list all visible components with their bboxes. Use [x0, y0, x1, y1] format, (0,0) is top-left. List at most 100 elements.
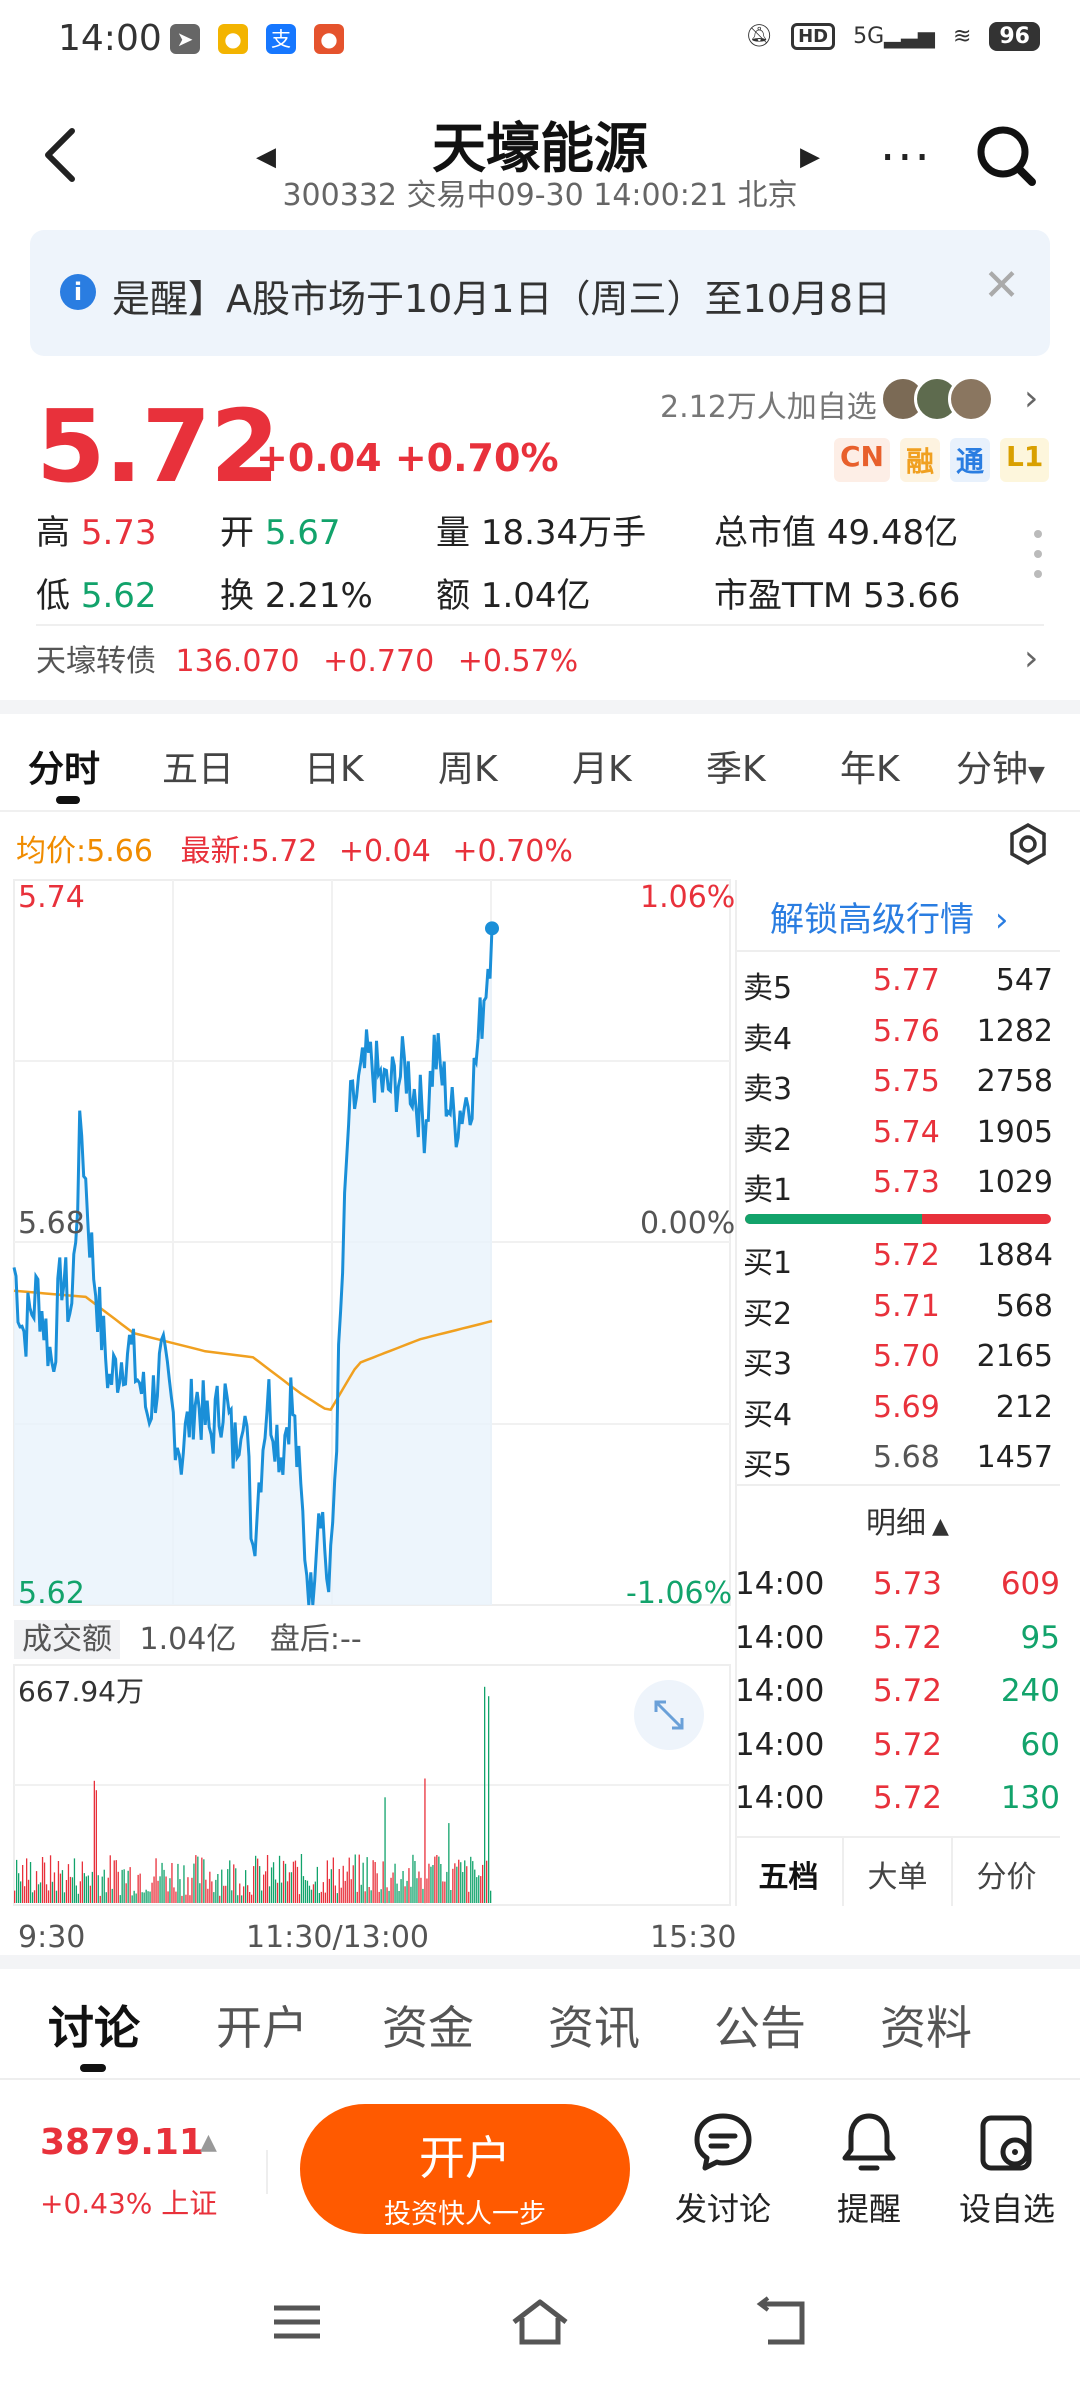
- menu-icon[interactable]: [270, 2300, 324, 2344]
- latest-change-pct: +0.70%: [452, 834, 573, 869]
- level-price: 5.74: [873, 1114, 940, 1150]
- notice-text: 是醒】A股市场于10月1日（周三）至10月8日: [112, 277, 892, 321]
- volume-bar: [169, 1878, 171, 1903]
- tick-row: 14:00 5.72 95: [735, 1612, 1060, 1664]
- bid-row[interactable]: 买2 5.71 568: [743, 1281, 1053, 1332]
- tag-margin[interactable]: 融: [899, 438, 940, 482]
- chevron-right-icon[interactable]: ›: [1024, 378, 1038, 419]
- notice-banner[interactable]: i 是醒】A股市场于10月1日（周三）至10月8日 ✕: [30, 230, 1050, 356]
- tab-weekly[interactable]: 周K: [438, 740, 498, 792]
- volume-summary-label[interactable]: 成交额: [14, 1620, 120, 1659]
- volume-bar: [450, 1890, 452, 1903]
- low-label: 低: [36, 576, 70, 616]
- volume-bar: [55, 1890, 58, 1903]
- index-change[interactable]: +0.43% 上证: [40, 2182, 217, 2222]
- tab-quarterly[interactable]: 季K: [706, 740, 766, 792]
- amount-label: 额: [436, 576, 470, 616]
- volume-bar: [243, 1886, 245, 1903]
- open-account-button[interactable]: 开户 投资快人一步: [300, 2104, 630, 2234]
- level-volume: 1905: [976, 1114, 1053, 1150]
- volume-bar: [241, 1895, 243, 1903]
- next-stock-icon[interactable]: ▶: [800, 142, 820, 172]
- tab-announcements[interactable]: 公告: [714, 1992, 806, 2058]
- volume-bar: [412, 1854, 414, 1903]
- volume-bar: [73, 1858, 76, 1903]
- intraday-chart[interactable]: [0, 870, 735, 1910]
- volume-bar: [137, 1874, 139, 1903]
- ask-row[interactable]: 卖3 5.75 2758: [743, 1056, 1053, 1107]
- volume-bar: [255, 1855, 257, 1903]
- ask-row[interactable]: 卖1 5.73 1029: [743, 1157, 1053, 1208]
- followers-count[interactable]: 2.12万人加自选: [660, 382, 877, 426]
- tab-minute-label: 分钟: [956, 749, 1029, 790]
- expand-icon: [654, 1700, 684, 1730]
- tab-funds[interactable]: 资金: [382, 1992, 474, 2058]
- ask-row[interactable]: 卖2 5.74 1905: [743, 1107, 1053, 1158]
- tab-minute[interactable]: 分钟▼: [956, 740, 1045, 792]
- back-nav-icon[interactable]: [754, 2296, 814, 2348]
- tab-discussion[interactable]: 讨论: [48, 1992, 140, 2058]
- tag-connect[interactable]: 通: [950, 438, 991, 482]
- volume-bar: [51, 1881, 54, 1903]
- volume-bar: [330, 1869, 332, 1903]
- search-icon[interactable]: [976, 124, 1036, 188]
- tab-intraday[interactable]: 分时: [28, 740, 100, 792]
- tab-monthly[interactable]: 月K: [572, 740, 632, 792]
- ask-row[interactable]: 卖5 5.77 547: [743, 955, 1053, 1006]
- tab-big-orders[interactable]: 大单: [844, 1838, 953, 1906]
- chevron-right-icon[interactable]: ›: [1024, 638, 1038, 679]
- bid-row[interactable]: 买3 5.70 2165: [743, 1331, 1053, 1382]
- tag-l1[interactable]: L1: [1000, 438, 1050, 482]
- volume-bar: [67, 1864, 70, 1903]
- volume-bar: [376, 1873, 378, 1903]
- index-value[interactable]: 3879.11: [40, 2122, 204, 2163]
- tab-yearly[interactable]: 年K: [840, 740, 900, 792]
- bid-row[interactable]: 买4 5.69 212: [743, 1382, 1053, 1433]
- close-icon[interactable]: ✕: [983, 260, 1020, 311]
- tab-indicator: [80, 2064, 106, 2072]
- pct-axis-mid: 0.00%: [640, 1206, 736, 1241]
- detail-toggle[interactable]: 明细 ▲: [866, 1498, 949, 1542]
- volume-bar: [334, 1885, 336, 1903]
- volume-bar: [400, 1879, 402, 1903]
- home-icon[interactable]: [508, 2296, 572, 2348]
- volume-bar: [474, 1869, 476, 1903]
- volume-bar: [259, 1866, 261, 1903]
- bid-row[interactable]: 买1 5.72 1884: [743, 1230, 1053, 1281]
- tab-news[interactable]: 资讯: [548, 1992, 640, 2058]
- more-icon[interactable]: ···: [880, 130, 932, 186]
- y-axis-bottom: 5.62: [18, 1576, 85, 1611]
- ask-row[interactable]: 卖4 5.76 1282: [743, 1006, 1053, 1057]
- volume-bar: [225, 1885, 227, 1903]
- volume-bar: [302, 1876, 305, 1903]
- volume-bar: [404, 1886, 406, 1903]
- alert-button[interactable]: 提醒: [804, 2110, 934, 2230]
- chart-settings-icon[interactable]: [1006, 822, 1050, 866]
- volume-bar: [33, 1890, 36, 1903]
- tab-price-distribution[interactable]: 分价: [953, 1838, 1060, 1906]
- expand-chart-button[interactable]: [634, 1680, 704, 1750]
- volume-bar: [398, 1891, 400, 1903]
- volume-bar: [424, 1778, 426, 1904]
- stats-col4: 总市值 49.48亿 市盈TTM 53.66: [714, 505, 960, 617]
- tab-profile[interactable]: 资料: [880, 1992, 972, 2058]
- add-watchlist-button[interactable]: 设自选: [942, 2110, 1072, 2230]
- tab-open-account[interactable]: 开户: [216, 1992, 308, 2058]
- volume-bar: [416, 1878, 418, 1903]
- tab-five-day[interactable]: 五日: [162, 740, 234, 792]
- unlock-advanced-quotes[interactable]: 解锁高级行情 ›: [770, 892, 1008, 941]
- tab-daily[interactable]: 日K: [304, 740, 364, 792]
- tag-cn[interactable]: CN: [834, 438, 890, 482]
- volume-bar: [209, 1871, 211, 1903]
- follower-avatars[interactable]: [880, 376, 994, 422]
- volume-bar: [272, 1862, 275, 1903]
- volume-bar: [406, 1880, 408, 1903]
- order-book-tabs: 五档 大单 分价: [735, 1836, 1060, 1906]
- convertible-bond-row[interactable]: 天壕转债 136.070 +0.770 +0.57%: [36, 636, 578, 680]
- post-discussion-button[interactable]: 发讨论: [658, 2110, 788, 2230]
- bid-row[interactable]: 买5 5.68 1457: [743, 1432, 1053, 1483]
- volume-bar: [101, 1876, 103, 1903]
- more-stats-icon[interactable]: [1034, 530, 1042, 590]
- tab-five-levels[interactable]: 五档: [735, 1838, 844, 1906]
- volume-bar: [444, 1881, 446, 1903]
